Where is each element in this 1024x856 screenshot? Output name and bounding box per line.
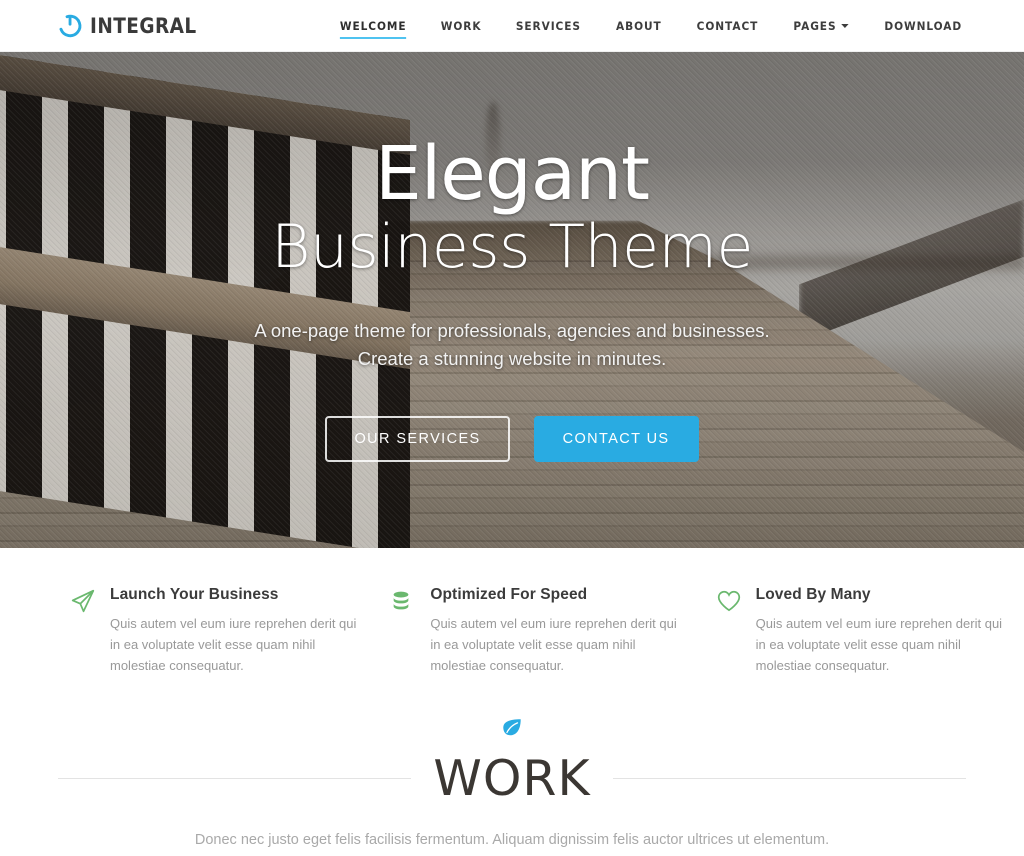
nav-item-welcome[interactable]: WELCOME (322, 13, 424, 39)
power-icon (58, 14, 82, 37)
nav-link-work[interactable]: WORK (427, 13, 495, 39)
chevron-down-icon (840, 24, 849, 28)
hero-button-group: OUR SERVICES CONTACT US (0, 415, 1024, 462)
paper-plane-icon (70, 588, 96, 614)
nav-link-services[interactable]: SERVICES (502, 13, 595, 39)
hero-section: Elegant Business Theme A one-page theme … (0, 52, 1024, 548)
feature-item: Loved By Many Quis autem vel eum iure re… (699, 586, 1024, 676)
feature-text: Quis autem vel eum iure reprehen derit q… (755, 616, 1003, 674)
feature-item: Launch Your Business Quis autem vel eum … (0, 586, 378, 676)
features-section: Launch Your Business Quis autem vel eum … (0, 548, 1024, 677)
feature-text: Quis autem vel eum iure reprehen derit q… (430, 616, 677, 674)
nav-link-download[interactable]: DOWNLOAD (870, 13, 975, 39)
nav-menu: WELCOME WORK SERVICES ABOUT CONTACT PAGE… (322, 13, 980, 39)
our-services-button[interactable]: OUR SERVICES (325, 415, 510, 462)
feature-body: Optimized For Speed Quis autem vel eum i… (430, 586, 685, 676)
hero-title-line-2: Business Theme (271, 211, 753, 282)
brand-name: INTEGRAL (90, 13, 197, 38)
hero-subtitle-line-1: A one-page theme for professionals, agen… (254, 319, 770, 341)
database-icon (390, 588, 416, 614)
feature-body: Loved By Many Quis autem vel eum iure re… (756, 586, 1011, 676)
nav-item-contact[interactable]: CONTACT (679, 13, 776, 39)
contact-us-button[interactable]: CONTACT US (533, 415, 699, 462)
feature-text: Quis autem vel eum iure reprehen derit q… (110, 616, 357, 674)
nav-item-download[interactable]: DOWNLOAD (866, 13, 980, 39)
work-section: WORK Donec nec justo eget felis facilisi… (0, 676, 1024, 853)
feature-title: Optimized For Speed (430, 586, 588, 603)
leaf-icon (503, 719, 521, 736)
divider-left (58, 778, 412, 780)
hero-subtitle: A one-page theme for professionals, agen… (0, 317, 1024, 374)
nav-link-contact[interactable]: CONTACT (683, 13, 772, 39)
work-heading-row: WORK (0, 750, 1024, 807)
nav-link-about[interactable]: ABOUT (602, 13, 675, 39)
brand-logo[interactable]: INTEGRAL (57, 13, 211, 39)
nav-link-welcome[interactable]: WELCOME (326, 13, 420, 39)
hero-content: Elegant Business Theme A one-page theme … (0, 52, 1024, 462)
feature-title: Launch Your Business (110, 586, 279, 603)
hero-subtitle-line-2: Create a stunning website in minutes. (357, 348, 667, 370)
nav-item-pages[interactable]: PAGES (776, 13, 866, 39)
feature-body: Launch Your Business Quis autem vel eum … (110, 586, 365, 676)
heart-icon (716, 588, 742, 614)
hero-title-line-1: Elegant (374, 131, 650, 217)
divider-right (612, 778, 967, 780)
work-title: WORK (433, 750, 591, 808)
nav-item-work[interactable]: WORK (424, 13, 498, 39)
feature-title: Loved By Many (755, 586, 871, 603)
feature-item: Optimized For Speed Quis autem vel eum i… (378, 586, 698, 676)
nav-item-about[interactable]: ABOUT (599, 13, 679, 39)
nav-link-pages-label: PAGES (793, 18, 837, 33)
nav-item-services[interactable]: SERVICES (498, 13, 599, 39)
work-subtitle: Donec nec justo eget felis facilisis fer… (194, 832, 830, 849)
top-navbar: INTEGRAL WELCOME WORK SERVICES ABOUT CON… (0, 0, 1024, 52)
nav-link-pages[interactable]: PAGES (779, 13, 862, 39)
